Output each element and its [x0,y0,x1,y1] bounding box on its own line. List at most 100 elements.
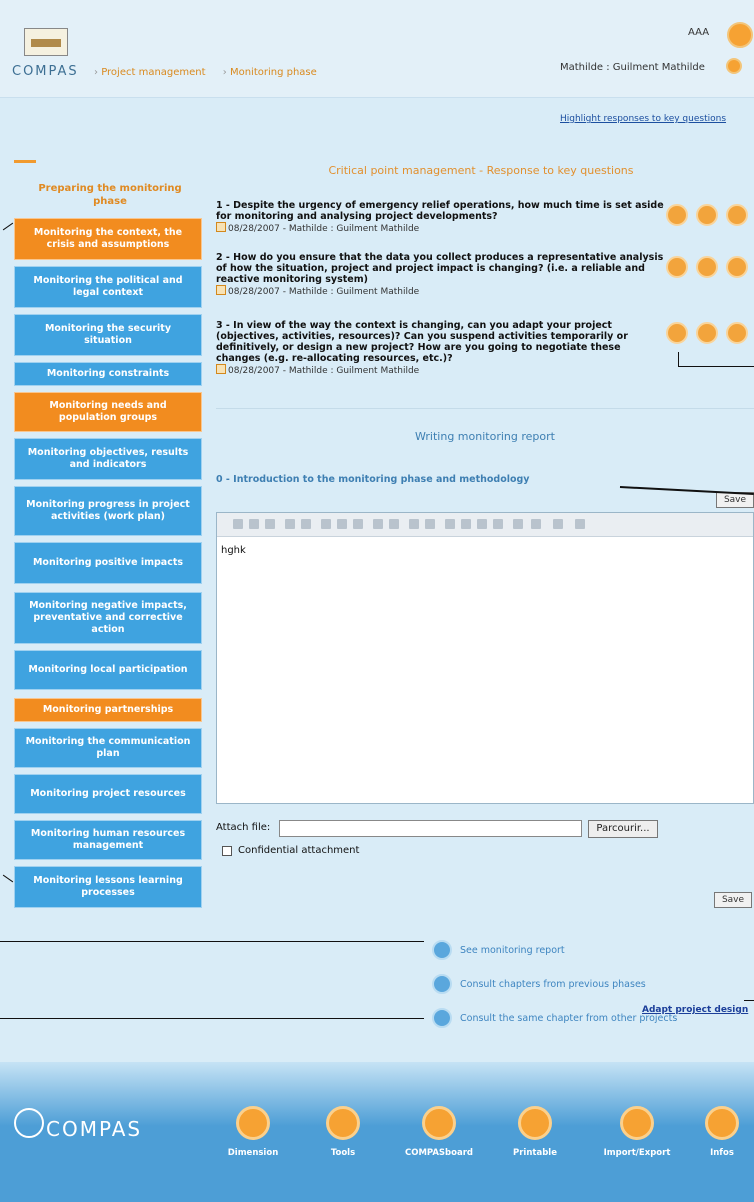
annotation-line [2,874,14,883]
question-1[interactable]: 1 - Despite the urgency of emergency rel… [216,200,668,235]
sidebar-item-partnerships[interactable]: Monitoring partnerships [14,698,202,722]
question-1-meta: 08/28/2007 - Mathilde : Guilment Mathild… [216,222,668,235]
browse-button[interactable]: Parcourir... [588,820,658,838]
italic-icon[interactable] [337,519,347,529]
footer-dimension-label: Dimension [227,1148,279,1158]
sidebar-item-local-participation[interactable]: Monitoring local participation [14,650,202,690]
view-icon[interactable] [666,256,688,278]
view-icon[interactable] [666,204,688,226]
delete-icon[interactable] [726,322,748,344]
save-button-bottom[interactable]: Save [714,892,752,908]
settings-gear-icon[interactable] [727,22,753,48]
justify-icon[interactable] [493,519,503,529]
confidential-attachment-checkbox[interactable] [222,846,232,856]
report-icon [432,940,452,960]
breadcrumb-project-management[interactable]: Project management [94,67,206,78]
section-title: 0 - Introduction to the monitoring phase… [216,474,530,485]
footer-printable[interactable]: Printable [490,1106,580,1158]
question-3-actions [666,322,754,346]
user-name: Mathilde : Guilment Mathilde [560,62,705,73]
sidebar-item-constraints[interactable]: Monitoring constraints [14,362,202,386]
consult-previous-phases-link[interactable]: Consult chapters from previous phases [432,974,646,994]
editor-toolbar [217,513,753,537]
footer-compasboard[interactable]: COMPASboard [394,1106,484,1158]
content-title: Critical point management - Response to … [328,164,634,177]
source-icon[interactable] [575,519,585,529]
sidebar-item-political[interactable]: Monitoring the political and legal conte… [14,266,202,308]
edit-icon[interactable] [696,322,718,344]
sidebar-item-positive-impacts[interactable]: Monitoring positive impacts [14,542,202,584]
compasboard-icon [422,1106,456,1140]
footer-compasboard-label: COMPASboard [404,1148,473,1158]
footer-logo-text: COMPAS [46,1117,143,1141]
consult-previous-phases-label: Consult chapters from previous phases [460,978,646,990]
adapt-project-design-link[interactable]: Adapt project design [642,1005,748,1015]
tools-icon [326,1106,360,1140]
align-left-icon[interactable] [445,519,455,529]
replace-icon[interactable] [301,519,311,529]
delete-icon[interactable] [726,256,748,278]
copy-icon[interactable] [249,519,259,529]
breadcrumb-monitoring-phase[interactable]: Monitoring phase [223,67,317,78]
footer-tools[interactable]: Tools [298,1106,388,1158]
question-1-text: 1 - Despite the urgency of emergency rel… [216,200,664,222]
annotation-arrow [619,486,754,496]
see-monitoring-report-link[interactable]: See monitoring report [432,940,565,960]
page: COMPAS Project management Monitoring pha… [0,0,754,1202]
highlight-color-icon[interactable] [553,519,563,529]
confidential-attachment-label: Confidential attachment [238,845,360,856]
cut-icon[interactable] [233,519,243,529]
bold-icon[interactable] [321,519,331,529]
highlight-responses-link[interactable]: Highlight responses to key questions [560,114,726,124]
ordered-list-icon[interactable] [373,519,383,529]
find-icon[interactable] [285,519,295,529]
rich-text-editor[interactable]: hghk [216,512,754,804]
edit-icon[interactable] [696,256,718,278]
align-right-icon[interactable] [477,519,487,529]
sidebar-item-objectives[interactable]: Monitoring objectives, results and indic… [14,438,202,480]
footer-import-export-label: Import/Export [603,1148,671,1158]
text-color-icon[interactable] [531,519,541,529]
underline-icon[interactable] [353,519,363,529]
import-export-icon [620,1106,654,1140]
footer-tools-label: Tools [330,1148,356,1158]
indent-icon[interactable] [425,519,435,529]
question-2-meta: 08/28/2007 - Mathilde : Guilment Mathild… [216,285,668,298]
footer-infos[interactable]: Infos [690,1106,754,1158]
sidebar-item-lessons-learning[interactable]: Monitoring lessons learning processes [14,866,202,908]
attach-file-input[interactable] [279,820,582,837]
user-info-icon[interactable] [726,58,742,74]
question-3[interactable]: 3 - In view of the way the context is ch… [216,320,668,377]
sidebar-item-human-resources[interactable]: Monitoring human resources management [14,820,202,860]
annotation-line [678,366,754,367]
compas-logo-icon[interactable] [24,28,68,56]
outdent-icon[interactable] [409,519,419,529]
question-2[interactable]: 2 - How do you ensure that the data you … [216,252,668,298]
compass-rose-icon [14,1108,44,1138]
paste-icon[interactable] [265,519,275,529]
editor-body-text[interactable]: hghk [221,545,246,556]
footer-import-export[interactable]: Import/Export [592,1106,682,1158]
annotation-line [0,941,424,942]
sidebar-item-progress[interactable]: Monitoring progress in project activitie… [14,486,202,536]
question-3-meta: 08/28/2007 - Mathilde : Guilment Mathild… [216,364,668,377]
header: COMPAS Project management Monitoring pha… [0,0,754,98]
sidebar-item-communication[interactable]: Monitoring the communication plan [14,728,202,768]
edit-icon[interactable] [696,204,718,226]
bullet-list-icon[interactable] [389,519,399,529]
sidebar-item-resources[interactable]: Monitoring project resources [14,774,202,814]
sidebar-item-negative-impacts[interactable]: Monitoring negative impacts, preventativ… [14,592,202,644]
sidebar-title[interactable]: Preparing the monitoring phase [20,182,200,208]
align-center-icon[interactable] [461,519,471,529]
sidebar-item-needs[interactable]: Monitoring needs and population groups [14,392,202,432]
sidebar-item-security[interactable]: Monitoring the security situation [14,314,202,356]
view-icon[interactable] [666,322,688,344]
question-3-text: 3 - In view of the way the context is ch… [216,320,628,364]
footer-dimension[interactable]: Dimension [208,1106,298,1158]
consult-other-projects-link[interactable]: Consult the same chapter from other proj… [432,1008,677,1028]
see-monitoring-report-label: See monitoring report [460,944,565,956]
delete-icon[interactable] [726,204,748,226]
annotation-line [2,222,14,231]
sidebar-item-context[interactable]: Monitoring the context, the crisis and a… [14,218,202,260]
table-icon[interactable] [513,519,523,529]
